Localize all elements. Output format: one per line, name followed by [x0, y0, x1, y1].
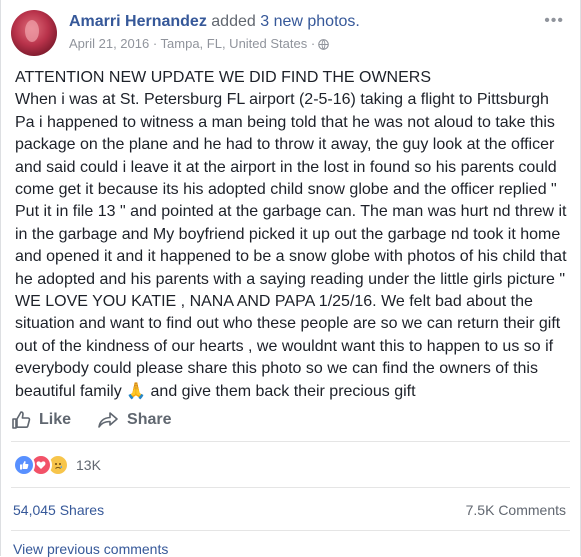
like-reaction-icon	[13, 454, 35, 476]
post-verb: added	[211, 13, 256, 30]
share-label: Share	[127, 411, 172, 428]
shares-count-link[interactable]: 54,045 Shares	[13, 502, 104, 518]
post-stats: 54,045 Shares 7.5K Comments	[13, 502, 566, 518]
post-meta: April 21, 2016 · Tampa, FL, United State…	[69, 36, 329, 52]
author-name-link[interactable]: Amarri Hernandez	[69, 13, 207, 30]
post-actions: Like Share	[11, 400, 197, 440]
share-button[interactable]: Share	[97, 410, 171, 430]
post-header: Amarri Hernandez added 3 new photos. Apr…	[11, 10, 570, 60]
share-arrow-icon	[98, 412, 118, 428]
globe-icon	[318, 38, 329, 50]
reactions-summary[interactable]: 13K	[13, 454, 101, 476]
view-previous-comments-link[interactable]: View previous comments	[13, 541, 168, 557]
comments-count-link[interactable]: 7.5K Comments	[466, 502, 566, 518]
like-label: Like	[39, 411, 72, 428]
author-avatar[interactable]	[11, 10, 57, 56]
photos-link[interactable]: 3 new photos.	[260, 13, 360, 30]
post-card: Amarri Hernandez added 3 new photos. Apr…	[0, 0, 581, 557]
post-body: ATTENTION NEW UPDATE WE DID FIND THE OWN…	[15, 69, 567, 400]
thumbs-up-icon	[12, 411, 31, 429]
more-options-icon[interactable]: •••	[544, 12, 564, 30]
like-button[interactable]: Like	[11, 410, 71, 430]
post-title-line: Amarri Hernandez added 3 new photos.	[69, 12, 360, 32]
post-date-location[interactable]: April 21, 2016 · Tampa, FL, United State…	[69, 36, 315, 52]
reaction-count: 13K	[76, 457, 101, 473]
divider	[11, 487, 570, 488]
divider	[11, 441, 570, 442]
divider	[11, 530, 570, 531]
